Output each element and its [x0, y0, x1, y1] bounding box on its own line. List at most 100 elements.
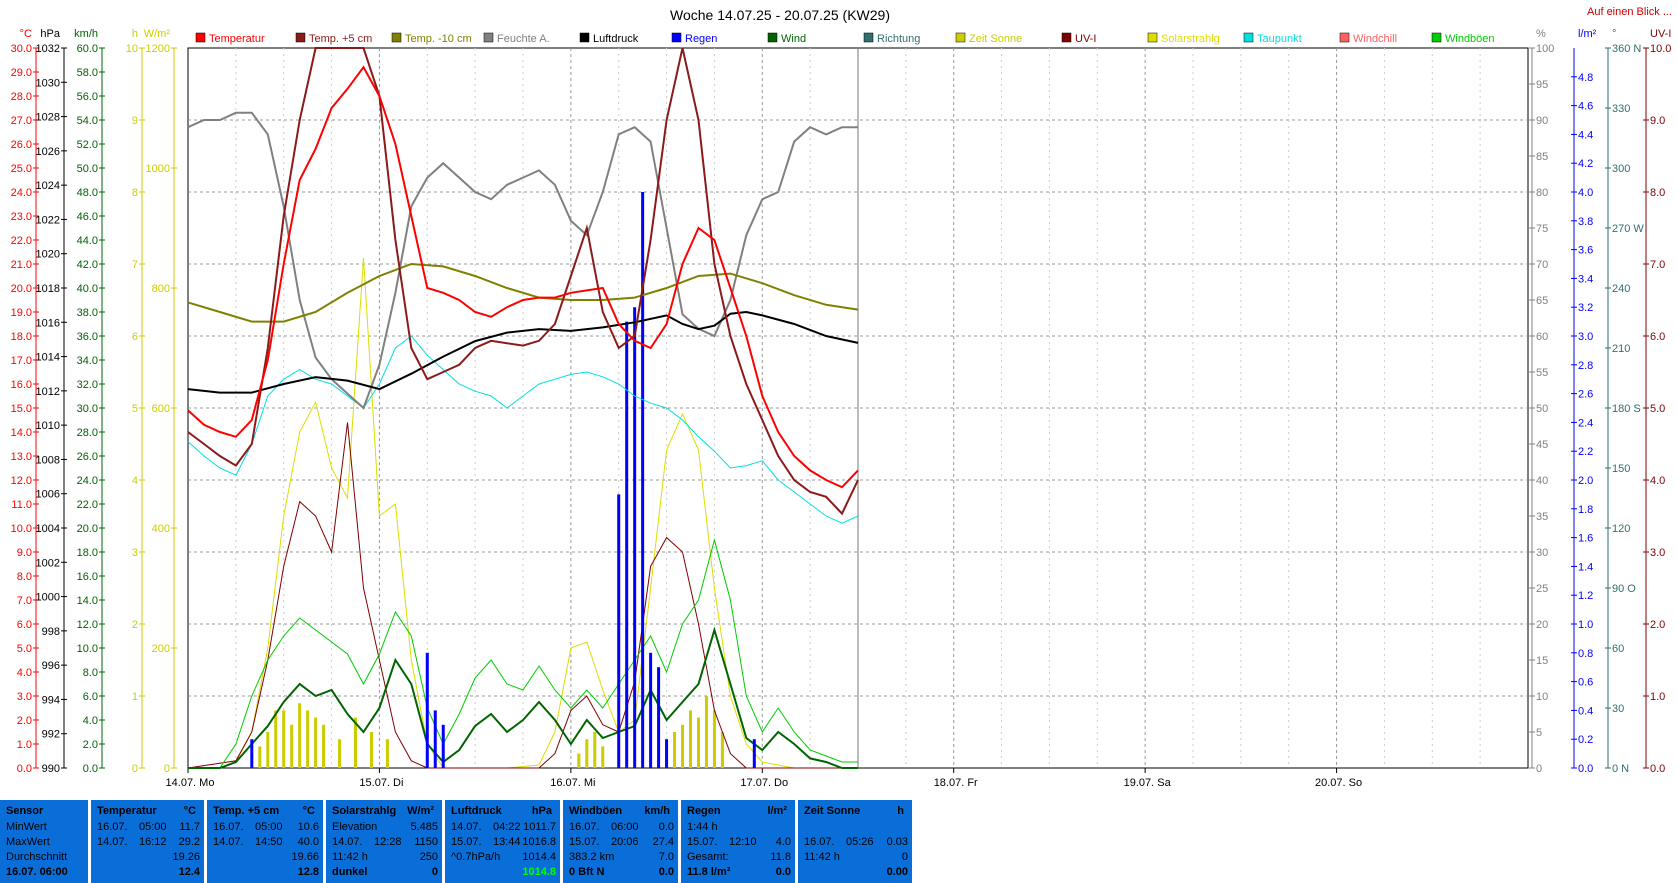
axis-tick-label: 1006: [36, 489, 60, 501]
bar-regen: [433, 710, 437, 768]
axis-tick-label: 992: [42, 729, 60, 741]
bar-zeit-sonne: [290, 724, 294, 768]
axis-tick-label: 12.0: [11, 475, 32, 487]
axis-tick-label: 26.0: [77, 451, 98, 463]
axis-tick-label: 1200: [146, 43, 170, 55]
axis-tick-label: 10: [1536, 691, 1548, 703]
axis-tick-label: 3.0: [17, 691, 32, 703]
stats-cell: 250: [419, 851, 438, 863]
legend-swatch: [1061, 32, 1072, 43]
axis-tick-label: 1004: [36, 523, 60, 535]
axis-unit: °: [1612, 28, 1616, 40]
axis-tick-label: 10.0: [77, 643, 98, 655]
stats-cell: 7.0: [658, 851, 674, 863]
stats-cell: 05:00: [255, 821, 283, 833]
stats-cell: 0.0: [775, 866, 791, 878]
axis-unit: W/m²: [144, 28, 171, 40]
axis-tick-label: 27.0: [11, 115, 32, 127]
stats-block: Luftdruck hPa 14.07. 04:22 1011.7 15.07. 13:44…: [445, 800, 560, 883]
stats-cell: 0: [901, 851, 908, 863]
axis-tick-label: 21.0: [11, 259, 32, 271]
axis-tick-label: 80: [1536, 187, 1548, 199]
axis-tick-label: 58.0: [77, 67, 98, 79]
stats-cell: 04:22: [493, 821, 521, 833]
bar-zeit-sonne: [385, 739, 389, 768]
axis-tick-label: 270 W: [1612, 223, 1644, 235]
stats-row: 16.07. 05:26 0.03: [804, 836, 908, 850]
axis-tick-label: 3.2: [1578, 302, 1593, 314]
bar-zeit-sonne: [338, 739, 342, 768]
axis-unit: UV-I: [1650, 28, 1671, 40]
axis-tick-label: 85: [1536, 151, 1548, 163]
stats-row: 11:42 h 250: [332, 851, 438, 865]
axis-tick-label: 35: [1536, 511, 1548, 523]
axis-tick-label: 18.0: [77, 547, 98, 559]
stats-cell: 1150: [414, 836, 438, 848]
axis-tick-label: 60: [1612, 643, 1624, 655]
stats-cell: dunkel: [332, 866, 368, 878]
axis-tick-label: 2.8: [1578, 360, 1593, 372]
stats-cell: 16.07.: [213, 821, 244, 833]
axis-tick-label: 56.0: [77, 91, 98, 103]
axis-tick-label: 1010: [36, 420, 60, 432]
stats-cell: 16.07.: [97, 821, 128, 833]
axis-tick-label: 9.0: [1650, 115, 1665, 127]
legend: Temperatur Temp. +5 cm Temp. -10 cm Feuchte…: [195, 32, 1495, 45]
bar-zeit-sonne: [266, 732, 270, 768]
axis-tick-label: 20.0: [77, 523, 98, 535]
axis-tick-label: 0 N: [1612, 763, 1629, 775]
axis-tick-label: 40: [1536, 475, 1548, 487]
bar-zeit-sonne: [689, 710, 692, 768]
axis-tick-label: 24.0: [77, 475, 98, 487]
stats-row: 14.07. 12:28 1150: [332, 836, 438, 850]
stats-cell: 11.8: [770, 851, 791, 863]
axis-tick-label: 75: [1536, 223, 1548, 235]
axis-tick-label: 2.2: [1578, 446, 1593, 458]
legend-entry: Taupunkt: [1257, 33, 1302, 45]
axis-tick-label: 42.0: [77, 259, 98, 271]
bar-zeit-sonne: [314, 717, 318, 768]
axis-tick-label: 14.0: [11, 427, 32, 439]
stats-cell: 29.2: [178, 836, 200, 848]
stats-row: 1:44 h: [687, 821, 791, 835]
stats-row: 16.07. 05:00 11.7: [97, 821, 200, 835]
legend-swatch: [863, 32, 874, 43]
stats-row: 19.66: [213, 851, 319, 865]
axis-tick-label: 44.0: [77, 235, 98, 247]
stats-row: 14.07. 16:12 29.2: [97, 836, 200, 850]
stats-cell: 06:00: [611, 821, 639, 833]
axis-tick-label: 15: [1536, 655, 1548, 667]
axis-tick-label: 48.0: [77, 187, 98, 199]
axis-tick-label: 2.6: [1578, 389, 1593, 401]
stats-cell: MinWert: [6, 821, 47, 833]
stats-header: Temperatur: [97, 805, 157, 817]
stats-row: 11:42 h 0: [804, 851, 908, 865]
axis-tick-label: 40.0: [77, 283, 98, 295]
axis-tick-label: 1002: [36, 557, 60, 569]
axis-tick-label: 90 O: [1612, 583, 1636, 595]
stats-cell: 27.4: [652, 836, 674, 848]
axis-tick-label: 600: [152, 403, 170, 415]
bar-zeit-sonne: [577, 753, 581, 768]
axis-tick-label: 65: [1536, 295, 1548, 307]
axis-tick-label: 1018: [36, 283, 60, 295]
x-tick-label: 14.07. Mo: [166, 777, 215, 789]
bar-regen: [625, 321, 629, 768]
weather-chart: Woche 14.07.25 - 20.07.25 (KW29) Auf ein…: [11, 6, 1672, 789]
axis-tick-label: 800: [152, 283, 170, 295]
axis-tick-label: 1.2: [1578, 590, 1593, 602]
stats-cell: 0.00: [886, 866, 908, 878]
overview-link[interactable]: Auf einen Blick ...: [1587, 6, 1672, 18]
stats-cell: 0.0: [658, 821, 674, 833]
axis-tick-label: 0.6: [1578, 677, 1593, 689]
axis-tick-label: 52.0: [77, 139, 98, 151]
axis-tick-label: 4.0: [17, 667, 32, 679]
stats-unit: km/h: [644, 805, 670, 817]
axis-tick-label: 16.0: [11, 379, 32, 391]
stats-cell: 16.07.: [569, 821, 600, 833]
axis-unit: hPa: [40, 28, 60, 40]
stats-cell: 13:44: [493, 836, 521, 848]
bar-zeit-sonne: [704, 696, 708, 768]
axis-tick-label: 0.0: [17, 763, 32, 775]
legend-swatch: [195, 32, 206, 43]
